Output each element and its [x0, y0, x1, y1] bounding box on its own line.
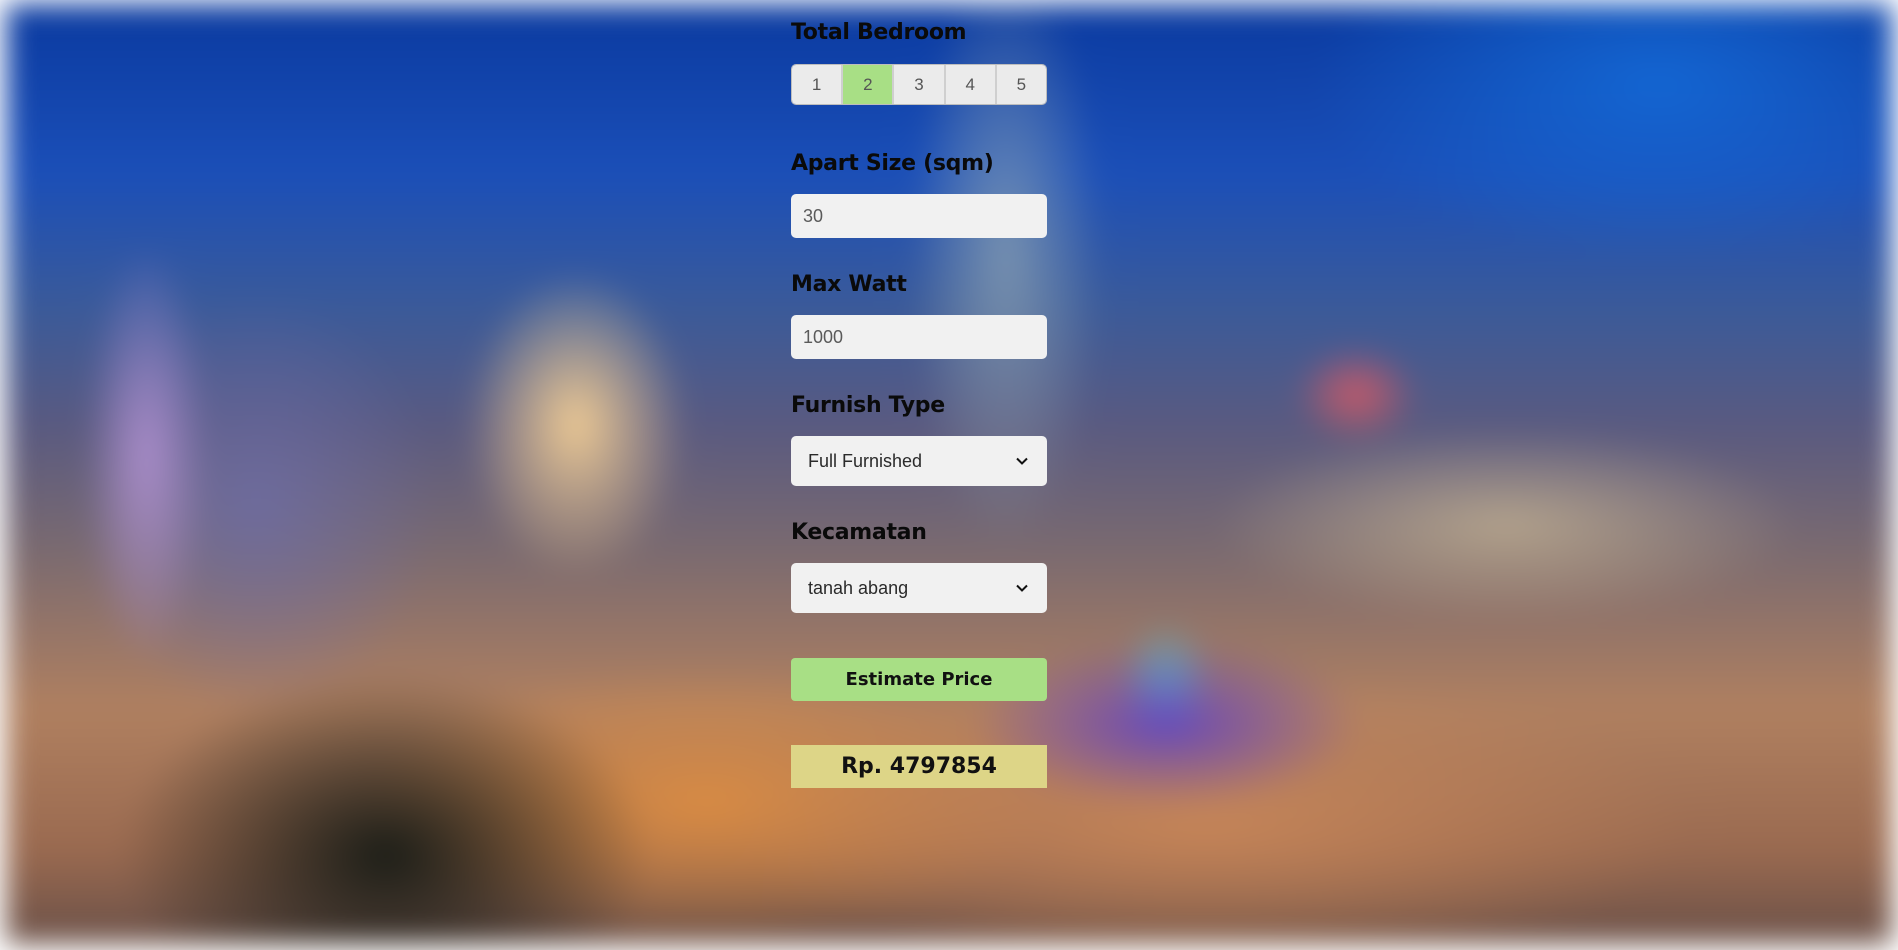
- watt-label: Max Watt: [791, 272, 907, 297]
- chevron-down-icon: [1015, 581, 1029, 595]
- kecamatan-select-value: tanah abang: [808, 577, 909, 598]
- chevron-down-icon: [1015, 454, 1029, 468]
- bedroom-option-1[interactable]: 1: [792, 65, 844, 104]
- bedroom-label: Total Bedroom: [791, 20, 967, 45]
- size-label: Apart Size (sqm): [791, 151, 994, 176]
- estimate-price-button[interactable]: Estimate Price: [791, 658, 1047, 701]
- bedroom-option-5[interactable]: 5: [996, 65, 1046, 104]
- bedroom-option-4[interactable]: 4: [945, 65, 997, 104]
- estimated-price-result: Rp. 4797854: [791, 745, 1047, 788]
- bedroom-option-3[interactable]: 3: [894, 65, 946, 104]
- watt-input[interactable]: 1000: [791, 315, 1047, 359]
- bedroom-selector: 1 2 3 4 5: [791, 64, 1047, 105]
- furnish-label: Furnish Type: [791, 393, 945, 418]
- kecamatan-label: Kecamatan: [791, 520, 927, 545]
- furnish-select-value: Full Furnished: [808, 450, 923, 471]
- bedroom-option-2[interactable]: 2: [843, 65, 895, 104]
- size-input[interactable]: 30: [791, 194, 1047, 238]
- furnish-select[interactable]: Full Furnished: [791, 436, 1047, 486]
- kecamatan-select[interactable]: tanah abang: [791, 563, 1047, 613]
